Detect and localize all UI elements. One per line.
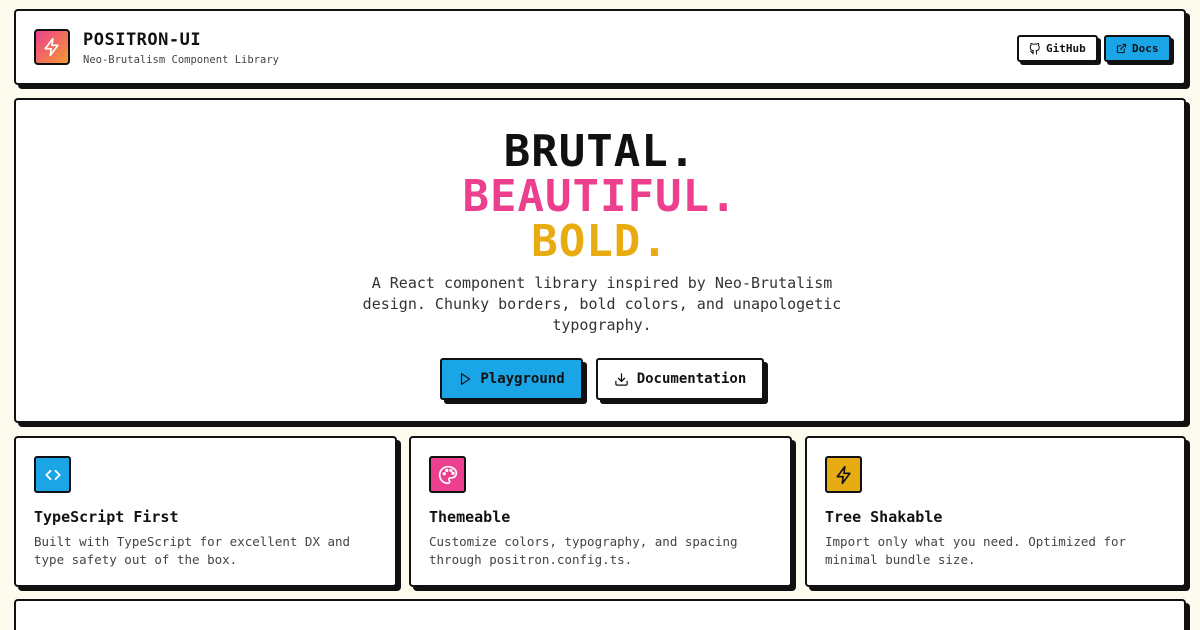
download-icon: [614, 372, 629, 387]
playground-label: Playground: [480, 371, 565, 387]
feature-card-typescript: TypeScript First Built with TypeScript f…: [14, 436, 397, 587]
playground-button[interactable]: Playground: [440, 358, 583, 400]
app-header: POSITRON-UI Neo-Brutalism Component Libr…: [14, 9, 1186, 85]
lightning-icon: [834, 465, 854, 485]
hero-headline-bold: BOLD.: [531, 216, 669, 267]
feature-icon-box: [825, 456, 862, 493]
hero-section: BRUTAL. BEAUTIFUL. BOLD. A React compone…: [14, 98, 1186, 423]
docs-label: Docs: [1132, 42, 1159, 55]
feature-title: TypeScript First: [34, 508, 179, 526]
feature-description: Import only what you need. Optimized for…: [825, 534, 1127, 567]
documentation-button[interactable]: Documentation: [596, 358, 764, 400]
next-section-card: [14, 599, 1186, 630]
hero-description: A React component library inspired by Ne…: [362, 274, 842, 334]
logo: [34, 29, 70, 65]
github-icon: [1029, 42, 1041, 55]
feature-card-tree-shakable: Tree Shakable Import only what you need.…: [805, 436, 1186, 587]
palette-icon: [438, 465, 458, 485]
feature-title: Tree Shakable: [825, 508, 943, 526]
brand-title: POSITRON-UI: [83, 30, 202, 50]
github-label: GitHub: [1046, 42, 1086, 55]
feature-card-themeable: Themeable Customize colors, typography, …: [409, 436, 792, 587]
code-icon: [43, 465, 63, 485]
lightning-icon: [42, 37, 62, 57]
documentation-label: Documentation: [636, 371, 747, 387]
hero-headline-beautiful: BEAUTIFUL.: [462, 171, 738, 222]
feature-icon-box: [34, 456, 71, 493]
feature-description: Built with TypeScript for excellent DX a…: [34, 534, 351, 567]
brand-subtitle: Neo-Brutalism Component Library: [83, 54, 279, 66]
external-link-icon: [1116, 43, 1127, 54]
play-icon: [458, 372, 472, 386]
hero-headline-brutal: BRUTAL.: [503, 126, 697, 177]
github-button[interactable]: GitHub: [1017, 35, 1098, 62]
feature-icon-box: [429, 456, 466, 493]
feature-title: Themeable: [429, 508, 511, 526]
docs-button[interactable]: Docs: [1104, 35, 1171, 62]
feature-description: Customize colors, typography, and spacin…: [429, 534, 738, 567]
